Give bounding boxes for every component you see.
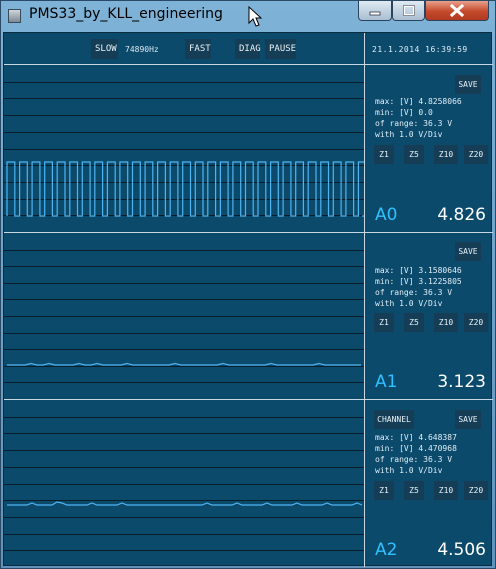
diag-button[interactable]: DIAG bbox=[235, 39, 261, 59]
channel-value-a1: 3.123 bbox=[437, 372, 486, 392]
min-readout-a0: min: [V] 0.0 bbox=[375, 108, 433, 117]
slow-button[interactable]: SLOW bbox=[91, 39, 118, 59]
mouse-cursor-icon bbox=[248, 6, 263, 27]
minimize-icon bbox=[369, 11, 381, 15]
fast-button[interactable]: FAST bbox=[185, 39, 211, 59]
zoom-z1-button-a1[interactable]: Z1 bbox=[374, 313, 394, 332]
plot-a2[interactable] bbox=[4, 400, 364, 567]
channel-name-a0: A0 bbox=[375, 205, 398, 225]
range-readout-a1: of range: 36.3 V bbox=[375, 288, 453, 297]
app-window: PMS33_by_KLL_engineering SLOW 74890Hz FA bbox=[0, 0, 496, 569]
zoom-z20-button-a2[interactable]: Z20 bbox=[464, 481, 488, 500]
channel-name-a2: A2 bbox=[375, 540, 398, 560]
close-icon bbox=[450, 4, 464, 17]
save-button-a1[interactable]: SAVE bbox=[455, 242, 481, 261]
zoom-z10-button-a1[interactable]: Z10 bbox=[434, 313, 458, 332]
zoom-z10-button-a0[interactable]: Z10 bbox=[434, 145, 458, 164]
channel-panel-a2: CHANNEL SAVE max: [V] 4.648387 min: [V] … bbox=[365, 400, 493, 567]
scale-readout-a1: with 1.0 V/Div bbox=[375, 299, 443, 308]
channel-panel-a0: SAVE max: [V] 4.8258066 min: [V] 0.0 of … bbox=[365, 65, 493, 232]
channel-button[interactable]: CHANNEL bbox=[374, 410, 414, 429]
channel-panel-a1: SAVE max: [V] 3.1580646 min: [V] 3.12258… bbox=[365, 233, 493, 399]
app-icon[interactable] bbox=[8, 9, 21, 23]
trace-a1 bbox=[7, 362, 361, 366]
channel-value-a0: 4.826 bbox=[437, 205, 486, 225]
trace-a0 bbox=[6, 161, 364, 217]
max-readout-a1: max: [V] 3.1580646 bbox=[375, 266, 462, 275]
scale-readout-a2: with 1.0 V/Div bbox=[375, 466, 443, 475]
zoom-z1-button-a2[interactable]: Z1 bbox=[374, 481, 394, 500]
zoom-z10-button-a2[interactable]: Z10 bbox=[434, 481, 458, 500]
sample-frequency: 74890Hz bbox=[125, 45, 159, 54]
max-readout-a2: max: [V] 4.648387 bbox=[375, 433, 457, 442]
waveform-a2 bbox=[4, 417, 364, 551]
zoom-z20-button-a1[interactable]: Z20 bbox=[464, 313, 488, 332]
oscilloscope-view: SLOW 74890Hz FAST DIAG PAUSE 21.1.2014 1… bbox=[3, 32, 493, 567]
channel-name-a1: A1 bbox=[375, 372, 398, 392]
pause-button[interactable]: PAUSE bbox=[265, 39, 296, 59]
range-readout-a0: of range: 36.3 V bbox=[375, 119, 453, 128]
zoom-z5-button-a2[interactable]: Z5 bbox=[404, 481, 424, 500]
zoom-z5-button-a0[interactable]: Z5 bbox=[404, 145, 424, 164]
max-readout-a0: max: [V] 4.8258066 bbox=[375, 97, 462, 106]
zoom-z1-button-a0[interactable]: Z1 bbox=[374, 145, 394, 164]
channel-value-a2: 4.506 bbox=[437, 540, 486, 560]
plot-a1[interactable] bbox=[4, 233, 364, 399]
minimize-button[interactable] bbox=[358, 1, 392, 21]
min-readout-a1: min: [V] 3.1225805 bbox=[375, 277, 462, 286]
waveform-a1 bbox=[4, 250, 364, 383]
save-button-a2[interactable]: SAVE bbox=[455, 410, 481, 429]
toolbar: SLOW 74890Hz FAST DIAG PAUSE bbox=[4, 33, 364, 64]
save-button-a0[interactable]: SAVE bbox=[455, 75, 481, 94]
maximize-icon bbox=[402, 5, 415, 16]
range-readout-a2: of range: 36.3 V bbox=[375, 455, 453, 464]
zoom-z5-button-a1[interactable]: Z5 bbox=[404, 313, 424, 332]
timestamp: 21.1.2014 16:39:59 bbox=[372, 45, 468, 54]
window-title: PMS33_by_KLL_engineering bbox=[29, 6, 223, 22]
min-readout-a2: min: [V] 4.470968 bbox=[375, 444, 457, 453]
scale-readout-a0: with 1.0 V/Div bbox=[375, 130, 443, 139]
zoom-z20-button-a0[interactable]: Z20 bbox=[464, 145, 488, 164]
plot-a0[interactable] bbox=[4, 65, 364, 232]
trace-a2 bbox=[7, 501, 363, 506]
close-button[interactable] bbox=[425, 1, 489, 21]
maximize-button[interactable] bbox=[392, 1, 425, 21]
title-bar[interactable]: PMS33_by_KLL_engineering bbox=[1, 1, 495, 31]
waveform-a0 bbox=[4, 82, 364, 217]
